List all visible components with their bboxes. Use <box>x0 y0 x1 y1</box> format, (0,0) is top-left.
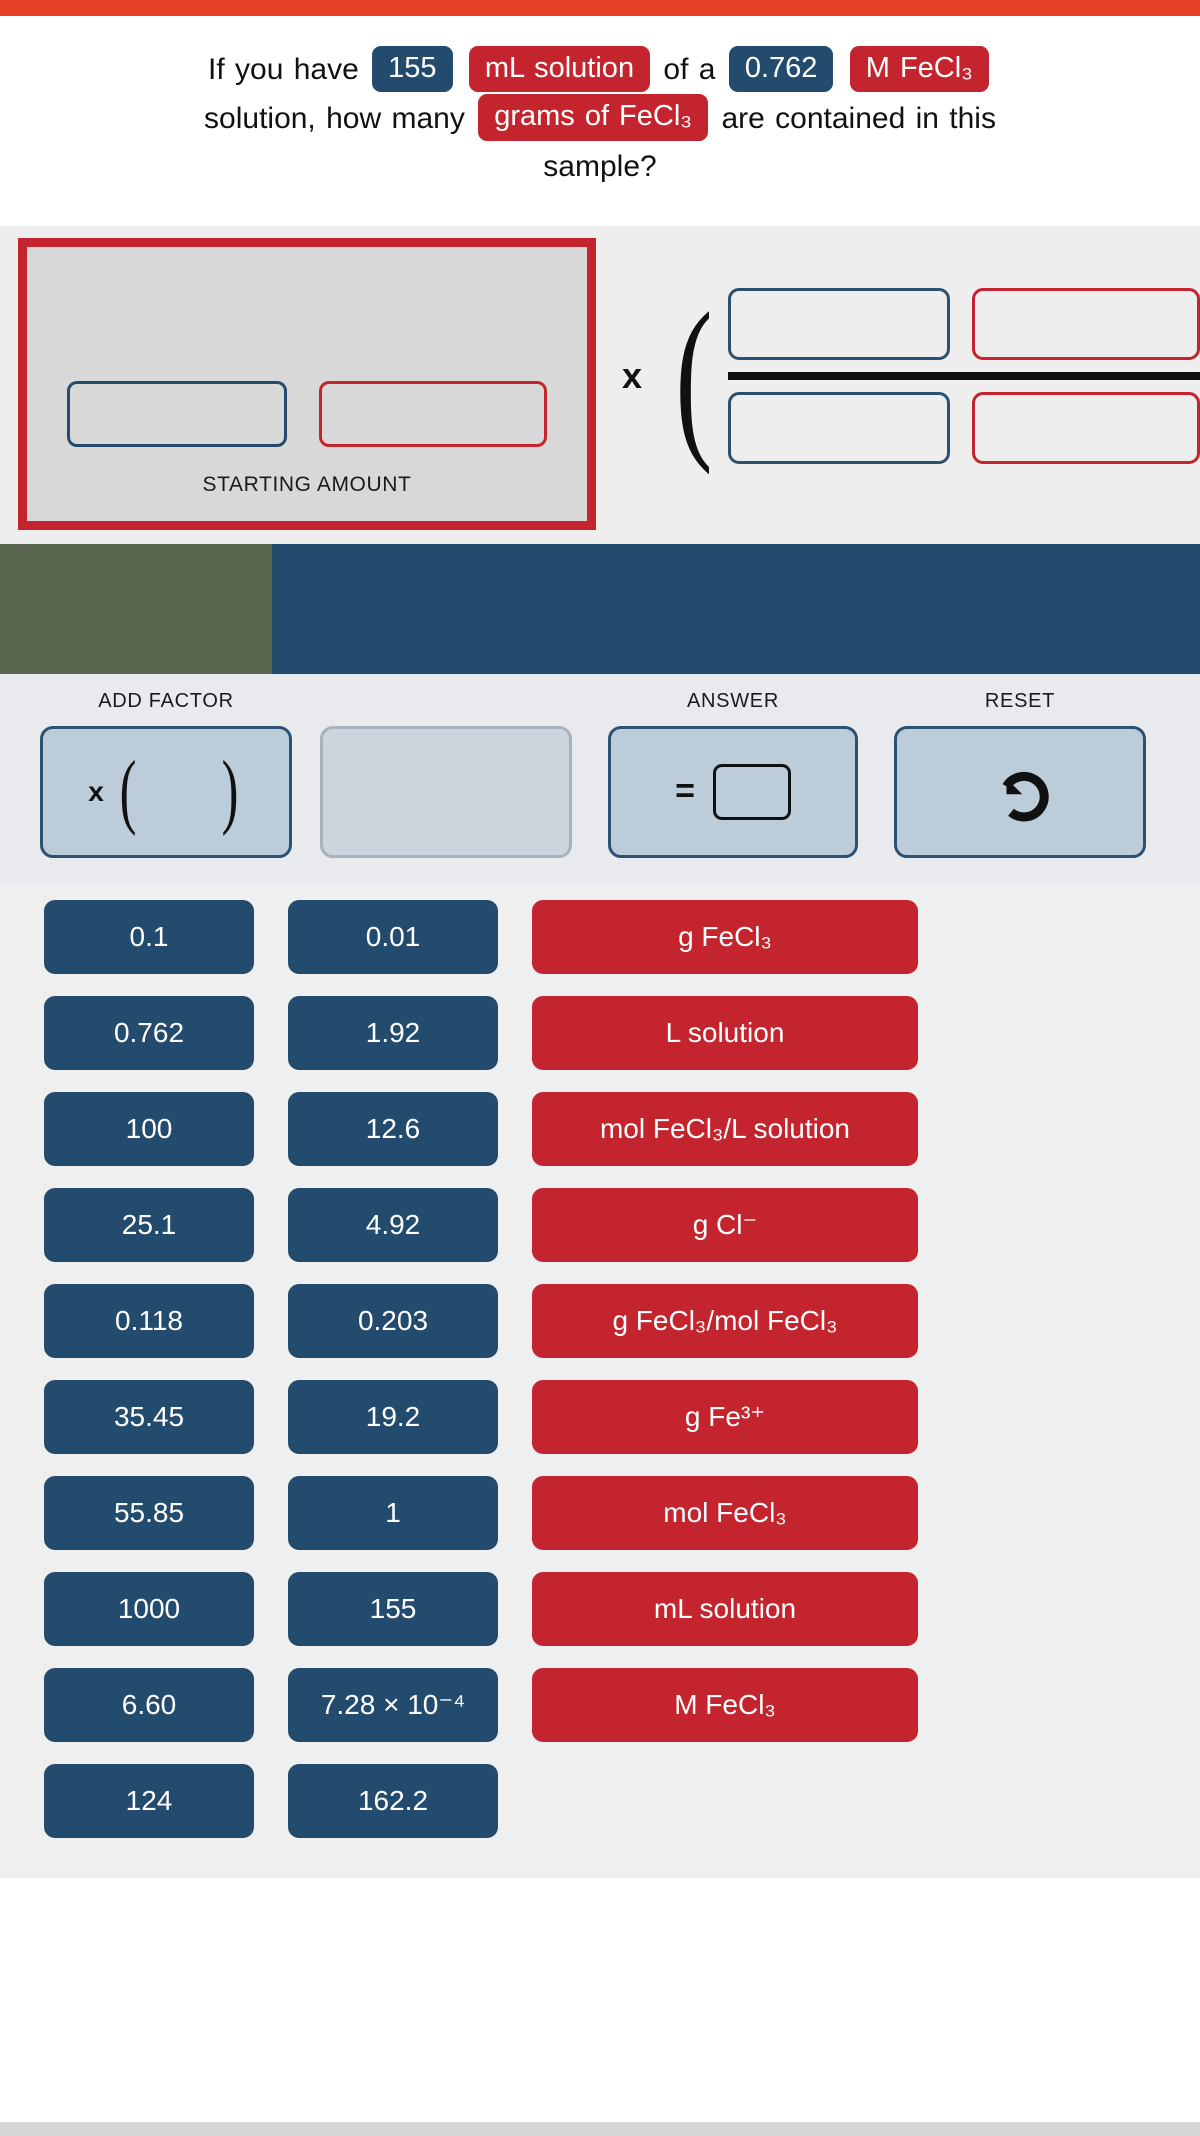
value-tile[interactable]: 100 <box>44 1091 254 1166</box>
paren-open-icon: ( <box>119 744 137 838</box>
top-accent-bar <box>0 0 1200 16</box>
reset-button[interactable] <box>894 725 1146 858</box>
unit-tile[interactable]: mol FeCl₃ <box>532 1475 918 1550</box>
value-tile[interactable]: 1000 <box>44 1571 254 1646</box>
value-tile[interactable]: 155 <box>288 1571 498 1646</box>
question-line-2: solution, how many grams of FeCl₃ are co… <box>20 94 1180 144</box>
paren-close-icon: ) <box>221 744 239 838</box>
add-factor-glyph: x ( ) <box>88 744 244 838</box>
blank-slot-tool <box>320 690 572 858</box>
question-line-1: If you have 155 mL solution of a 0.762 M… <box>20 45 1180 95</box>
unit-tile[interactable]: L solution <box>532 995 918 1070</box>
value-tile[interactable]: 55.85 <box>44 1475 254 1550</box>
answer-value-slot[interactable] <box>712 763 791 820</box>
value-tile[interactable]: 25.1 <box>44 1187 254 1262</box>
value-tile[interactable]: 0.1 <box>44 899 254 974</box>
value-tile[interactable]: 124 <box>44 1763 254 1838</box>
answer-tool: ANSWER = <box>608 690 858 858</box>
value-tile[interactable]: 0.118 <box>44 1283 254 1358</box>
tile-palette: 0.1 0.762 100 25.1 0.118 35.45 55.85 100… <box>0 883 1200 1878</box>
unit-tiles-column: g FeCl₃ L solution mol FeCl₃/L solution … <box>532 899 918 1838</box>
multiply-symbol: x <box>622 354 643 396</box>
numerator-value-input[interactable] <box>727 287 950 360</box>
color-banner <box>0 543 1200 674</box>
starting-amount-label: STARTING AMOUNT <box>202 472 412 496</box>
chip-target-unit: grams of FeCl₃ <box>478 94 709 141</box>
fraction-bar <box>727 371 1200 380</box>
unit-tile[interactable]: M FeCl₃ <box>532 1667 918 1742</box>
unit-tile[interactable]: g FeCl₃/mol FeCl₃ <box>532 1283 918 1358</box>
value-tile[interactable]: 35.45 <box>44 1379 254 1454</box>
unit-tile[interactable]: mol FeCl₃/L solution <box>532 1091 918 1166</box>
conversion-fraction <box>727 287 1200 464</box>
blank-slot-button[interactable] <box>320 725 572 858</box>
add-factor-label: ADD FACTOR <box>98 689 234 712</box>
work-area: STARTING AMOUNT x ( <box>0 225 1200 544</box>
undo-arrow-icon <box>1002 771 1049 822</box>
denominator-value-input[interactable] <box>727 391 950 464</box>
unit-tile[interactable]: g Cl⁻ <box>532 1187 918 1262</box>
toolbar: ADD FACTOR x ( ) ANSWER = RESET <box>0 673 1200 884</box>
starting-amount-box[interactable]: STARTING AMOUNT <box>18 237 596 530</box>
value-tile[interactable]: 19.2 <box>288 1379 498 1454</box>
value-tile[interactable]: 12.6 <box>288 1091 498 1166</box>
reset-tool: RESET <box>894 690 1146 858</box>
chip-given-volume-unit: mL solution <box>468 45 651 93</box>
banner-navy-block <box>272 543 1200 674</box>
answer-button[interactable]: = <box>608 725 858 858</box>
question-text-part2: of a <box>663 53 716 86</box>
value-tile[interactable]: 0.01 <box>288 899 498 974</box>
answer-glyph: = <box>675 763 791 820</box>
value-tile[interactable]: 0.203 <box>288 1283 498 1358</box>
answer-label: ANSWER <box>687 689 779 712</box>
value-tile[interactable]: 6.60 <box>44 1667 254 1742</box>
fraction-numerator-row <box>727 287 1200 360</box>
question-text-part1: If you have <box>208 53 359 86</box>
starting-unit-input[interactable] <box>319 380 547 447</box>
question-line-3: sample? <box>543 150 657 184</box>
starting-value-input[interactable] <box>67 380 287 447</box>
conversion-factor-group: x ( <box>622 275 1200 475</box>
bottom-strip <box>0 2122 1200 2136</box>
starting-amount-inputs <box>67 380 547 447</box>
multiply-glyph-icon: x <box>88 775 104 807</box>
question-text-part4: are contained in this <box>721 101 996 135</box>
add-factor-tool: ADD FACTOR x ( ) <box>40 690 292 858</box>
unit-tile[interactable]: g Fe³⁺ <box>532 1379 918 1454</box>
unit-tile[interactable]: mL solution <box>532 1571 918 1646</box>
chip-given-volume: 155 <box>372 45 453 93</box>
chip-given-concentration: 0.762 <box>728 45 834 93</box>
banner-olive-block <box>0 543 272 674</box>
value-tile[interactable]: 4.92 <box>288 1187 498 1262</box>
value-tile[interactable]: 162.2 <box>288 1763 498 1838</box>
add-factor-button[interactable]: x ( ) <box>40 725 292 858</box>
denominator-unit-input[interactable] <box>971 391 1200 464</box>
unit-tile[interactable]: g FeCl₃ <box>532 899 918 974</box>
value-tiles-column-2: 0.01 1.92 12.6 4.92 0.203 19.2 1 155 7.2… <box>288 899 498 1838</box>
question-prompt: If you have 155 mL solution of a 0.762 M… <box>0 16 1200 226</box>
chip-given-concentration-unit: M FeCl₃ <box>849 45 989 93</box>
left-parenthesis-icon: ( <box>675 275 713 475</box>
question-text-part3: solution, how many <box>204 101 465 135</box>
fraction-denominator-row <box>727 391 1200 464</box>
value-tile[interactable]: 1 <box>288 1475 498 1550</box>
value-tile[interactable]: 7.28 × 10⁻⁴ <box>288 1667 498 1742</box>
numerator-unit-input[interactable] <box>971 287 1200 360</box>
value-tile[interactable]: 0.762 <box>44 995 254 1070</box>
reset-label: RESET <box>984 689 1056 712</box>
value-tile[interactable]: 1.92 <box>288 995 498 1070</box>
value-tiles-column-1: 0.1 0.762 100 25.1 0.118 35.45 55.85 100… <box>44 899 254 1838</box>
equals-icon: = <box>675 772 695 811</box>
